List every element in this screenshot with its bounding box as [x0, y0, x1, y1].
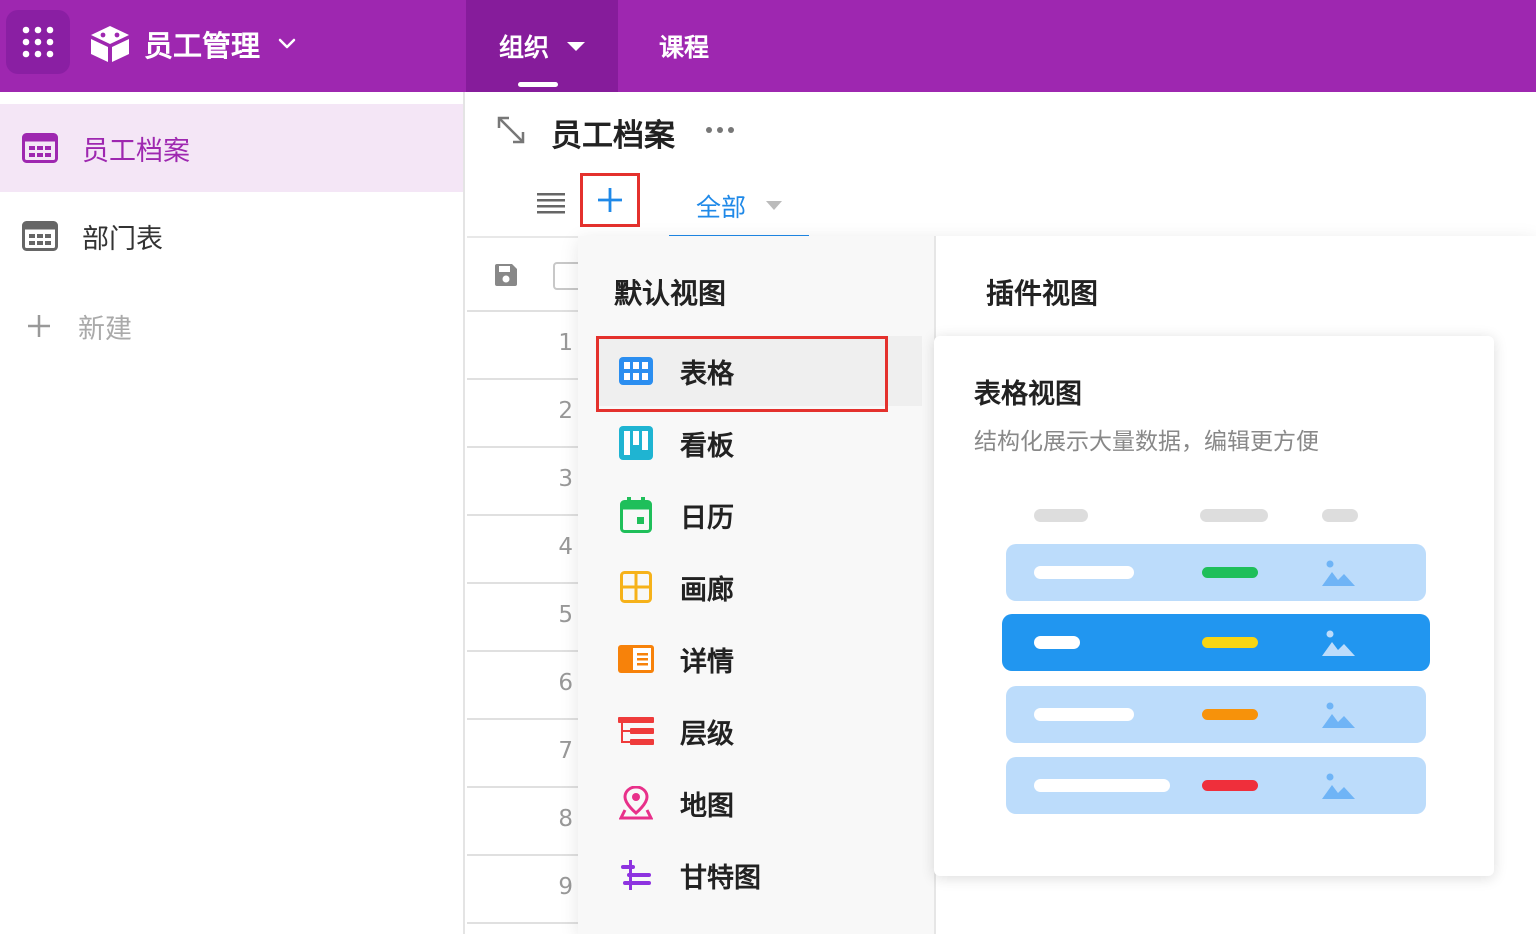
view-option-label: 甘特图: [680, 862, 761, 894]
active-tab-indicator: [518, 82, 558, 87]
selection-outline: [596, 336, 888, 412]
sidebar-new-button[interactable]: 新建: [0, 282, 463, 370]
tab-organization-label: 组织: [498, 33, 549, 62]
sidebar-item-label: 员工档案: [82, 135, 190, 167]
caret-down-icon: [766, 201, 782, 210]
gantt-icon: [618, 857, 654, 893]
hierarchy-icon: [618, 713, 654, 749]
view-option-map[interactable]: 地图: [596, 768, 922, 838]
view-option-label: 日历: [680, 502, 734, 534]
app-title: 员工管理: [144, 29, 261, 63]
view-header: 员工档案 全部: [467, 92, 1536, 238]
preview-description: 结构化展示大量数据，编辑更方便: [974, 429, 1319, 455]
view-tab-all[interactable]: 全部: [669, 176, 809, 238]
plus-icon: [28, 315, 50, 337]
default-views-heading: 默认视图: [614, 277, 727, 310]
detail-icon: [618, 641, 654, 677]
sidebar-item-label: 部门表: [82, 223, 163, 255]
gallery-icon: [618, 569, 654, 605]
view-option-label: 地图: [680, 790, 734, 822]
table-row[interactable]: 8: [467, 788, 579, 856]
table-icon: [22, 133, 58, 163]
sidebar: 员工档案 部门表 新建: [0, 92, 465, 934]
view-option-hierarchy[interactable]: 层级: [596, 696, 922, 766]
top-bar: 员工管理 组织 课程: [0, 0, 1536, 92]
plugin-views-heading: 插件视图: [986, 277, 1099, 310]
sidebar-new-label: 新建: [78, 313, 132, 345]
table-row[interactable]: 1: [467, 312, 579, 380]
view-tab-label: 全部: [695, 192, 746, 222]
row-number: 1: [558, 330, 573, 356]
add-view-button[interactable]: [580, 173, 640, 227]
row-number: 6: [558, 670, 573, 696]
app-logo-icon: [91, 26, 129, 62]
grid-header: [467, 240, 583, 312]
tab-organization[interactable]: 组织: [466, 0, 618, 92]
row-number: 7: [558, 738, 573, 764]
app-title-switcher[interactable]: 员工管理: [88, 22, 296, 66]
table-row[interactable]: 2: [467, 380, 579, 448]
app-switcher-button[interactable]: [6, 10, 70, 74]
table-row[interactable]: 9: [467, 856, 579, 924]
plus-icon: [598, 188, 622, 212]
table-row[interactable]: 4: [467, 516, 579, 584]
table-icon: [22, 221, 58, 251]
save-icon[interactable]: [493, 262, 519, 288]
row-number: 3: [558, 466, 573, 492]
view-option-table[interactable]: 表格: [596, 336, 922, 412]
more-options-icon[interactable]: [705, 126, 735, 134]
apps-grid-icon: [22, 26, 54, 58]
row-number: 9: [558, 874, 573, 900]
row-number: 5: [558, 602, 573, 628]
chevron-down-icon: [278, 38, 296, 49]
add-view-dropdown: 默认视图 表格 看板 日历 画廊 详情 层级 地图 甘特图 插件视图 表格视图 …: [578, 236, 1536, 934]
calendar-icon: [618, 497, 654, 533]
row-number: 8: [558, 806, 573, 832]
table-row[interactable]: 7: [467, 720, 579, 788]
sidebar-item-departments[interactable]: 部门表: [0, 192, 463, 280]
kanban-icon: [618, 425, 654, 461]
preview-title: 表格视图: [974, 379, 1082, 410]
view-option-detail[interactable]: 详情: [596, 624, 922, 694]
view-option-gallery[interactable]: 画廊: [596, 552, 922, 622]
default-views-panel: 默认视图 表格 看板 日历 画廊 详情 层级 地图 甘特图: [578, 236, 936, 934]
view-option-calendar[interactable]: 日历: [596, 480, 922, 550]
view-option-kanban[interactable]: 看板: [596, 408, 922, 478]
table-preview-illustration: [1002, 509, 1430, 814]
view-option-label: 层级: [680, 718, 734, 750]
view-preview-card: 表格视图 结构化展示大量数据，编辑更方便: [934, 336, 1494, 876]
expand-icon[interactable]: [495, 114, 527, 146]
view-option-label: 看板: [680, 430, 734, 462]
view-list-icon[interactable]: [537, 192, 565, 214]
caret-down-icon: [567, 41, 585, 51]
row-number: 4: [558, 534, 573, 560]
row-number: 2: [558, 398, 573, 424]
view-option-label: 画廊: [680, 574, 734, 606]
view-option-label: 详情: [680, 646, 734, 678]
page-title: 员工档案: [551, 118, 675, 154]
table-row[interactable]: 6: [467, 652, 579, 720]
app-root: 员工管理 组织 课程 员工档案 部门表 新建 员工档案 全部 1 2 3 4 5…: [0, 0, 1536, 934]
table-row[interactable]: 5: [467, 584, 579, 652]
map-pin-icon: [618, 785, 654, 821]
tab-courses[interactable]: 课程: [632, 0, 736, 92]
view-option-gantt[interactable]: 甘特图: [596, 840, 922, 910]
tab-courses-label: 课程: [658, 33, 709, 62]
sidebar-item-employee-records[interactable]: 员工档案: [0, 104, 463, 192]
table-row[interactable]: 3: [467, 448, 579, 516]
